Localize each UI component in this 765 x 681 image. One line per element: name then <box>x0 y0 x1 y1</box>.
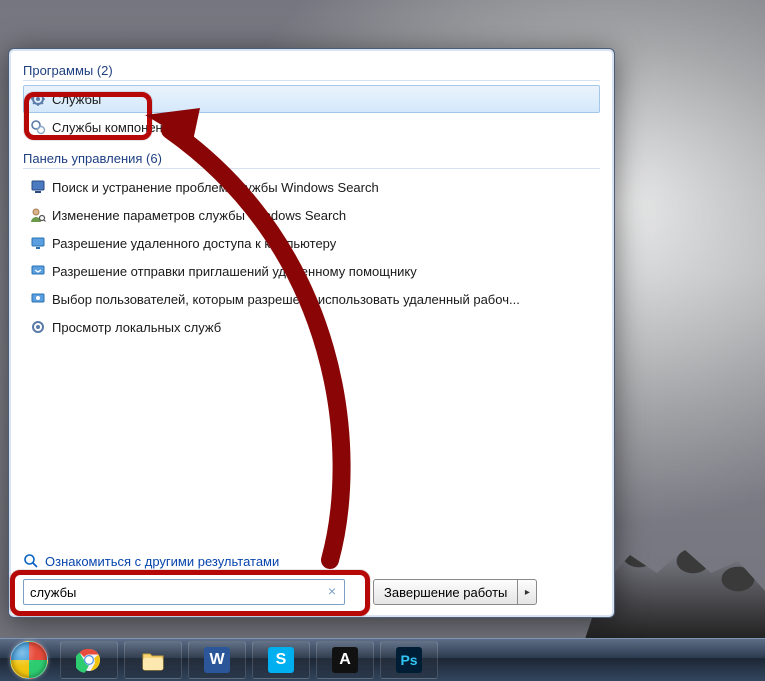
result-item-label: Разрешение удаленного доступа к компьюте… <box>52 236 336 251</box>
photoshop-icon: Ps <box>396 647 422 673</box>
result-item-services[interactable]: Службы <box>23 85 600 113</box>
result-item[interactable]: Выбор пользователей, которым разрешено и… <box>23 285 600 313</box>
gear-icon <box>30 119 46 135</box>
folder-icon <box>140 647 166 673</box>
gear-icon <box>30 319 46 335</box>
result-item-label: Выбор пользователей, которым разрешено и… <box>52 292 520 307</box>
start-menu-search-results: Программы (2) Службы Службы компонентов … <box>8 48 615 618</box>
search-icon <box>23 553 39 569</box>
taskbar-item-word[interactable]: W <box>188 641 246 679</box>
autocad-icon: A <box>332 647 358 673</box>
chrome-icon <box>76 647 102 673</box>
result-item-component-services[interactable]: Службы компонентов <box>23 113 600 141</box>
remote-invite-icon <box>30 263 46 279</box>
user-search-icon <box>30 207 46 223</box>
search-input[interactable] <box>24 580 344 604</box>
search-input-wrapper: × <box>23 579 345 605</box>
result-item[interactable]: Разрешение отправки приглашений удаленно… <box>23 257 600 285</box>
shutdown-button[interactable]: Завершение работы ▸ <box>373 579 537 605</box>
result-item[interactable]: Разрешение удаленного доступа к компьюте… <box>23 229 600 257</box>
result-item-label: Поиск и устранение проблем службы Window… <box>52 180 379 195</box>
taskbar-item-photoshop[interactable]: Ps <box>380 641 438 679</box>
shutdown-label: Завершение работы <box>374 580 518 604</box>
result-item[interactable]: Просмотр локальных служб <box>23 313 600 341</box>
taskbar-item-chrome[interactable] <box>60 641 118 679</box>
taskbar-item-skype[interactable]: S <box>252 641 310 679</box>
remote-access-icon <box>30 235 46 251</box>
result-item[interactable]: Изменение параметров службы Windows Sear… <box>23 201 600 229</box>
shutdown-menu-arrow[interactable]: ▸ <box>518 580 536 604</box>
troubleshoot-icon <box>30 179 46 195</box>
result-item-label: Службы <box>52 92 101 107</box>
clear-search-icon[interactable]: × <box>324 583 340 599</box>
start-button[interactable] <box>4 640 54 680</box>
see-more-results-label: Ознакомиться с другими результатами <box>45 554 279 569</box>
taskbar-item-autocad[interactable]: A <box>316 641 374 679</box>
section-control-panel-header: Панель управления (6) <box>23 151 600 169</box>
result-item-label: Просмотр локальных служб <box>52 320 221 335</box>
section-programs-header: Программы (2) <box>23 63 600 81</box>
result-item-label: Службы компонентов <box>52 120 183 135</box>
taskbar: W S A Ps <box>0 638 765 681</box>
windows-orb-icon <box>10 641 48 679</box>
see-more-results-link[interactable]: Ознакомиться с другими результатами <box>23 553 600 569</box>
gear-icon <box>30 91 46 107</box>
taskbar-item-explorer[interactable] <box>124 641 182 679</box>
result-item[interactable]: Поиск и устранение проблем службы Window… <box>23 173 600 201</box>
remote-users-icon <box>30 291 46 307</box>
result-item-label: Разрешение отправки приглашений удаленно… <box>52 264 417 279</box>
skype-icon: S <box>268 647 294 673</box>
result-item-label: Изменение параметров службы Windows Sear… <box>52 208 346 223</box>
word-icon: W <box>204 647 230 673</box>
